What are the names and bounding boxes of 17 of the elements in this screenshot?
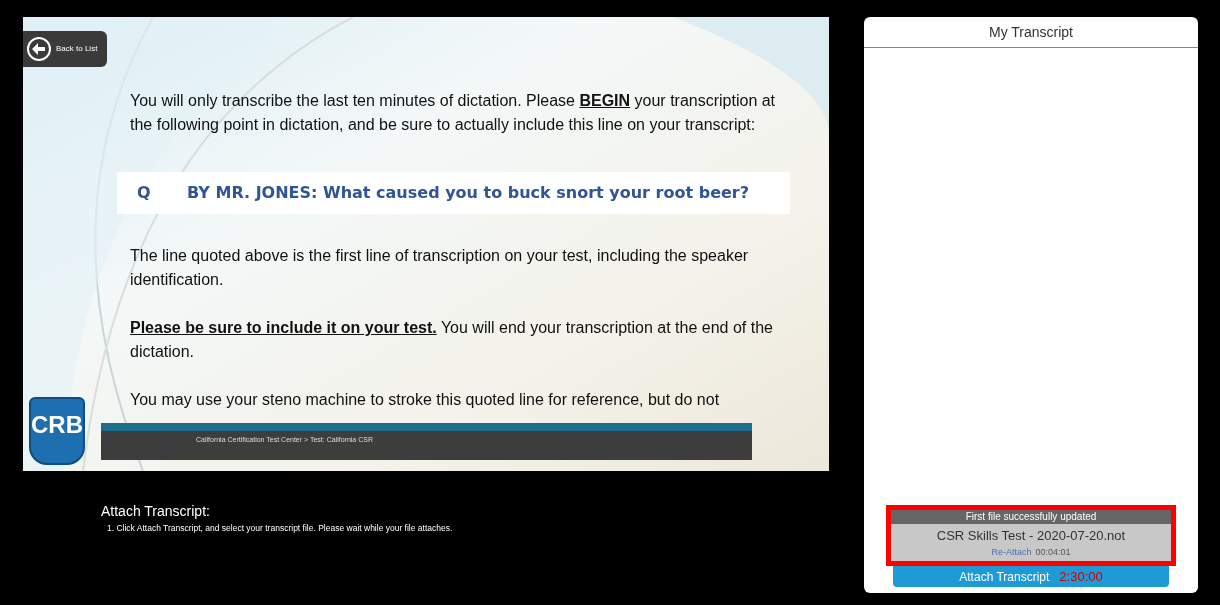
instruction-step: 1. Click Attach Transcript, and select your transcript file. Please wait while your file attaches. [101,522,829,535]
countdown-timer: 2:30:00 [1059,567,1103,586]
slide-paragraph: You will only transcribe the last ten minutes of dictation. Please BEGIN your transcription at the following point in dictation, and be sure to actually include this line on your transcript: [130,91,777,135]
attach-transcript-button[interactable]: Attach Transcript [959,567,1050,586]
slide-paragraph: Please be sure to include it on your test. You will end your transcription at the end of the dictation. [130,318,774,362]
speaker-label: Q [137,182,152,204]
quote-text: BY MR. JONES: What caused you to buck snort your root beer? [187,182,749,204]
back-button[interactable]: Back to List [23,31,107,67]
slide-paragraph: The line quoted above is the first line of transcription on your test, including the speaker identification. [130,246,750,290]
panel-title: My Transcript [864,17,1198,48]
instructions-title: Attach Transcript: [101,502,211,521]
reattach-link[interactable]: Re-Attach [991,545,1032,559]
crb-logo: CRB [29,397,85,465]
elapsed-time: 00:04:01 [1035,545,1071,559]
slide-paragraph: You may use your steno machine to stroke this quoted line for reference, but do not [130,390,721,410]
file-name: CSR Skills Test - 2020-07-20.not [936,527,1126,545]
notice-status: First file successfully updated [891,510,1171,524]
